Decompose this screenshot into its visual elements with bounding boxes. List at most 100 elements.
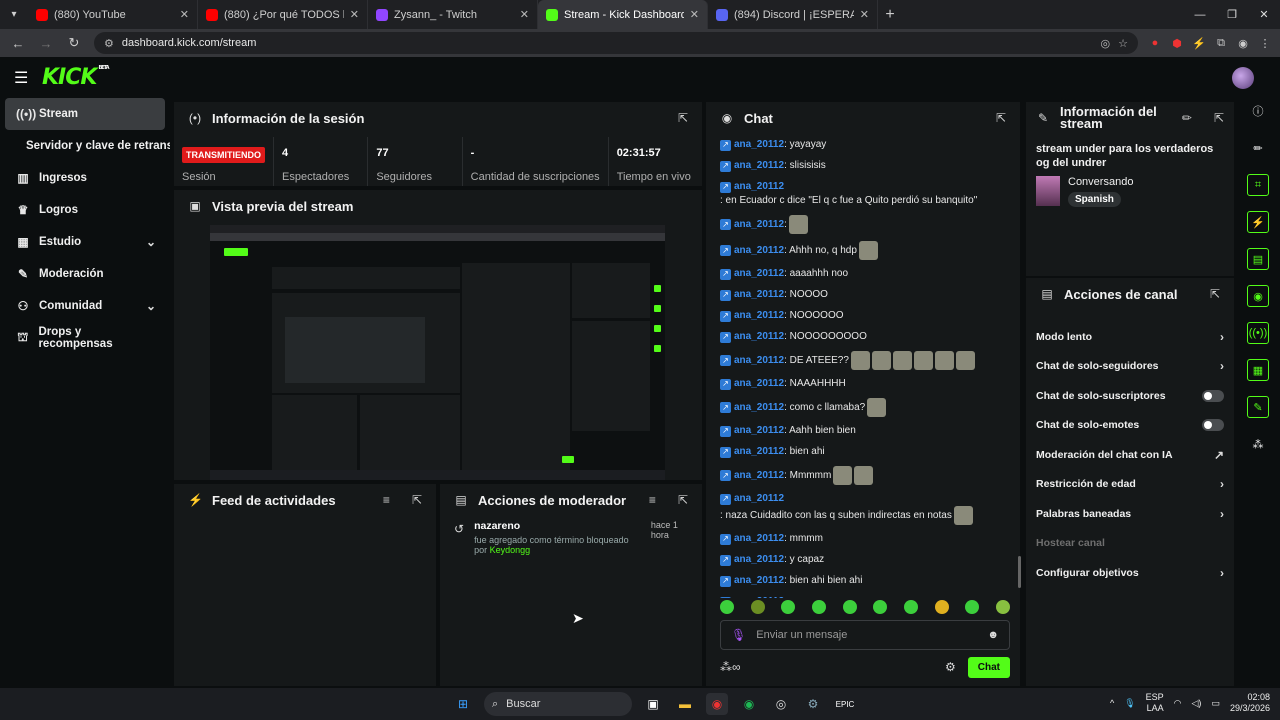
battery-icon[interactable]: ▭ <box>1211 698 1220 709</box>
info-icon[interactable]: ⓘ <box>1247 100 1269 122</box>
close-window-icon[interactable]: ✕ <box>1248 0 1280 29</box>
channel-action-row[interactable]: Restricción de edad › <box>1026 470 1234 500</box>
sidebar-item-logros[interactable]: ♛ Logros <box>0 194 170 226</box>
chat-username[interactable]: ana_20112 <box>734 424 784 438</box>
emote-icon[interactable] <box>842 600 857 614</box>
chat-emote[interactable] <box>955 351 975 370</box>
discord-icon[interactable]: ◎ <box>770 693 792 715</box>
emote-icon[interactable] <box>903 600 918 614</box>
chat-emote[interactable] <box>850 351 870 370</box>
input-language[interactable]: ESP LAA <box>1146 692 1164 714</box>
close-tab-icon[interactable]: ✕ <box>180 8 189 21</box>
chat-username[interactable]: ana_20112 <box>734 445 784 459</box>
sidebar-item-moderacion[interactable]: ✎ Moderación <box>0 258 170 290</box>
minimize-icon[interactable]: — <box>1184 0 1216 29</box>
extensions-puzzle-icon[interactable]: ⧉ <box>1212 34 1230 52</box>
chat-emote[interactable] <box>913 351 933 370</box>
emote-icon[interactable] <box>720 600 734 614</box>
kick-logo[interactable]: KICK BETA <box>42 65 110 90</box>
channel-action-row[interactable]: Palabras baneadas › <box>1026 499 1234 529</box>
toggle-switch[interactable] <box>1202 419 1224 432</box>
taskbar-search[interactable]: ⌕ Buscar <box>484 692 632 716</box>
chevron-up-icon[interactable]: ^ <box>1110 698 1114 708</box>
broadcast-icon[interactable]: ((•)) <box>1247 322 1269 344</box>
chat-emote[interactable] <box>854 466 874 485</box>
user-avatar[interactable] <box>1232 67 1254 89</box>
emote-icon[interactable] <box>965 600 980 614</box>
chat-username[interactable]: ana_20112 <box>734 532 784 546</box>
microphone-tray-icon[interactable]: 🎙 <box>1124 698 1135 709</box>
epic-games-icon[interactable]: EPIC <box>834 693 856 715</box>
chat-username[interactable]: ana_20112 <box>734 218 784 232</box>
chat-emote[interactable] <box>871 351 891 370</box>
extension-icon[interactable]: ● <box>1146 34 1164 52</box>
browser-tab-discord[interactable]: (894) Discord | ¡ESPERA 1 ✕ <box>708 0 878 29</box>
steam-icon[interactable]: ⚙ <box>802 693 824 715</box>
chat-emote[interactable] <box>788 215 808 234</box>
chat-username[interactable]: ana_20112 <box>734 377 784 391</box>
tab-search-icon[interactable]: ▾ <box>0 0 28 29</box>
users-icon[interactable]: ⁂ <box>1247 433 1269 455</box>
emote-icon[interactable] <box>934 600 949 614</box>
chat-emote[interactable] <box>858 241 878 260</box>
maximize-icon[interactable]: ❐ <box>1216 0 1248 29</box>
new-tab-button[interactable]: + <box>878 6 902 24</box>
microphone-icon[interactable]: 🎙 <box>731 628 746 642</box>
chat-username[interactable]: ana_20112 <box>734 354 784 368</box>
edit-pencil-icon[interactable]: ✏ <box>1247 137 1269 159</box>
users-infinity-icon[interactable]: ⁂∞ <box>720 660 741 674</box>
toggle-switch[interactable] <box>1202 389 1224 402</box>
chat-username[interactable]: ana_20112 <box>734 595 784 598</box>
screenshot-icon[interactable]: ⌗ <box>1247 174 1269 196</box>
channel-action-row[interactable]: Moderación del chat con IA ↗ <box>1026 440 1234 470</box>
chat-username[interactable]: ana_20112 <box>734 553 784 567</box>
eye-off-icon[interactable]: ◎ <box>1101 37 1111 50</box>
send-chat-button[interactable]: Chat <box>967 656 1010 678</box>
sidebar-item-comunidad[interactable]: ⚇ Comunidad ⌄ <box>0 290 170 322</box>
popout-icon[interactable]: ⇱ <box>1210 287 1220 301</box>
browser-tab-kick[interactable]: Stream - Kick Dashboard ✕ <box>538 0 708 29</box>
close-tab-icon[interactable]: ✕ <box>520 8 529 21</box>
forward-icon[interactable]: → <box>34 31 58 55</box>
chat-username[interactable]: ana_20112 <box>734 138 784 152</box>
emote-icon[interactable] <box>811 600 826 614</box>
channel-actions-icon[interactable]: ▦ <box>1247 359 1269 381</box>
chat-emote[interactable] <box>953 506 973 525</box>
chat-username[interactable]: ana_20112 <box>734 180 784 194</box>
task-view-icon[interactable]: ▣ <box>642 693 664 715</box>
chat-bubble-icon[interactable]: ◉ <box>1247 285 1269 307</box>
chat-emote[interactable] <box>892 351 912 370</box>
popout-icon[interactable]: ⇱ <box>996 111 1006 125</box>
moderator-name[interactable]: Keydongg <box>490 545 531 555</box>
channel-action-row[interactable]: Configurar objetivos › <box>1026 558 1234 588</box>
extension-icon[interactable]: ⬢ <box>1168 34 1186 52</box>
popout-icon[interactable]: ⇱ <box>1214 111 1224 125</box>
channel-action-row[interactable]: Chat de solo-suscriptores <box>1026 381 1234 411</box>
chrome-icon[interactable]: ◉ <box>706 693 728 715</box>
bookmark-star-icon[interactable]: ☆ <box>1118 37 1128 50</box>
filter-icon[interactable]: ≡ <box>383 493 390 507</box>
chat-messages[interactable]: ↗ ana_20112: yayayay ↗ ana_20112: slisisisi… <box>706 138 1024 598</box>
chat-username[interactable]: ana_20112 <box>734 309 784 323</box>
chat-emote[interactable] <box>867 398 887 417</box>
file-explorer-icon[interactable]: ▬ <box>674 693 696 715</box>
settings-gear-icon[interactable]: ⚙ <box>945 660 956 674</box>
popout-icon[interactable]: ⇱ <box>678 111 688 125</box>
wifi-icon[interactable]: ◠ <box>1174 698 1182 709</box>
chat-scrollbar[interactable] <box>1018 556 1021 588</box>
browser-tab-twitch[interactable]: Zysann_ - Twitch ✕ <box>368 0 538 29</box>
windows-start-icon[interactable]: ⊞ <box>452 693 474 715</box>
stream-preview-video[interactable] <box>210 225 665 480</box>
sidebar-item-estudio[interactable]: ▦ Estudio ⌄ <box>0 226 170 258</box>
close-tab-icon[interactable]: ✕ <box>690 8 699 21</box>
channel-action-row[interactable]: Modo lento › <box>1026 322 1234 352</box>
sidebar-item-stream[interactable]: ((•)) Stream <box>5 98 165 130</box>
chat-username[interactable]: ana_20112 <box>734 244 784 258</box>
menu-dots-icon[interactable]: ⋮ <box>1256 34 1274 52</box>
channel-action-row[interactable]: Chat de solo-seguidores › <box>1026 352 1234 382</box>
reload-icon[interactable]: ↻ <box>62 31 86 55</box>
chat-username[interactable]: ana_20112 <box>734 330 784 344</box>
popout-icon[interactable]: ⇱ <box>412 493 422 507</box>
sidebar-item-ingresos[interactable]: ▥ Ingresos <box>0 162 170 194</box>
edit-pencil-icon[interactable]: ✏ <box>1182 111 1192 125</box>
